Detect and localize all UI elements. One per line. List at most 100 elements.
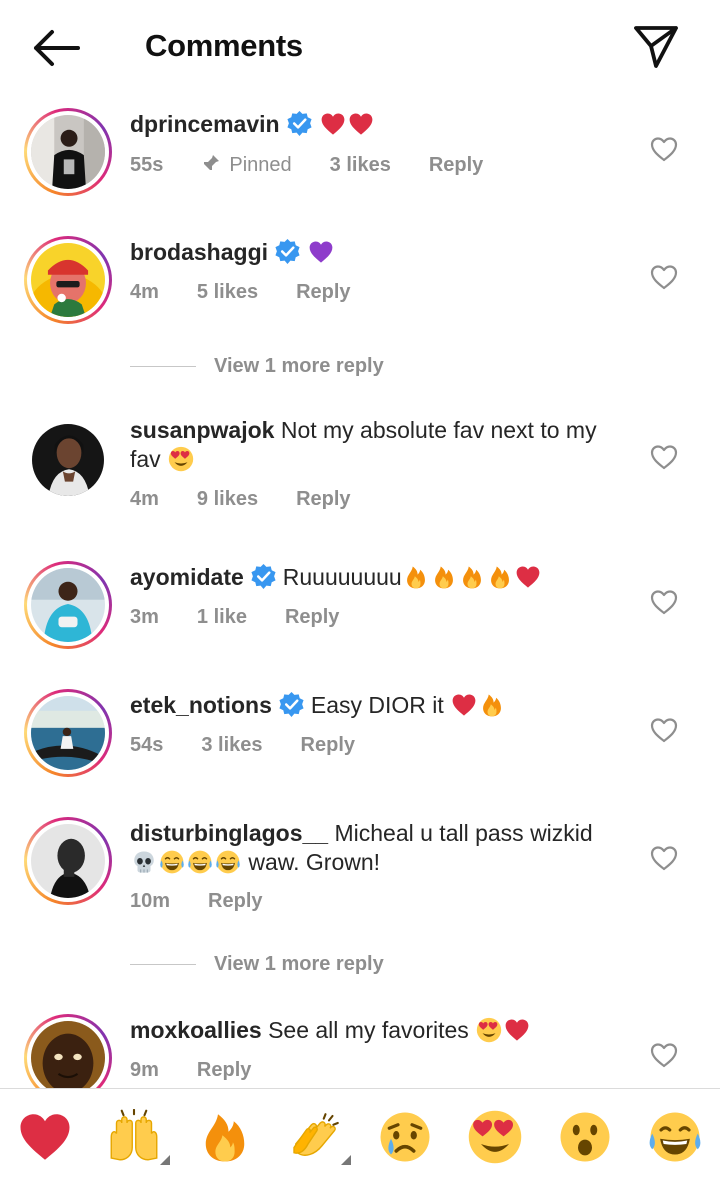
- red-heart-emoji: [515, 564, 541, 590]
- reply-button[interactable]: Reply: [285, 606, 339, 629]
- reply-button[interactable]: Reply: [208, 890, 262, 913]
- red-heart-emoji: [348, 111, 374, 137]
- send-button[interactable]: [630, 22, 682, 72]
- comment-text: See all my favorites: [268, 1017, 469, 1043]
- like-heart-icon[interactable]: [650, 136, 678, 162]
- react-clapping-hands-button[interactable]: [287, 1109, 351, 1165]
- reply-divider-line: [130, 366, 196, 368]
- like-heart-icon[interactable]: [650, 717, 678, 743]
- fire-icon: [197, 1109, 253, 1165]
- react-sad-tear-button[interactable]: [377, 1109, 433, 1165]
- heart-eyes-emoji: [168, 446, 194, 472]
- purple-heart-emoji: [308, 239, 334, 265]
- sad-tear-icon: [377, 1109, 433, 1165]
- joy-emoji: [159, 849, 185, 875]
- reply-button[interactable]: Reply: [197, 1059, 251, 1082]
- fire-emoji: [479, 692, 505, 718]
- avatar-story-ring[interactable]: [24, 689, 112, 777]
- fire-emoji: [403, 564, 429, 590]
- avatar: [31, 1021, 105, 1088]
- likes-count[interactable]: 9 likes: [197, 488, 258, 511]
- like-heart-icon[interactable]: [650, 264, 678, 290]
- view-more-replies-text: View 1 more reply: [214, 953, 384, 975]
- red-heart-emoji: [451, 692, 477, 718]
- fire-emoji: [431, 564, 457, 590]
- comment-username[interactable]: etek_notions: [130, 692, 272, 718]
- react-red-heart-button[interactable]: [17, 1109, 73, 1165]
- avatar-story-ring[interactable]: [24, 817, 112, 905]
- avatar: [31, 824, 105, 898]
- verified-badge-icon: [278, 691, 305, 718]
- heart-eyes-emoji: [476, 1017, 502, 1043]
- comment-time: 9m: [130, 1059, 159, 1081]
- likes-count[interactable]: 3 likes: [330, 154, 391, 177]
- comment-text: Micheal u tall pass wizkid: [334, 820, 593, 846]
- fire-emoji: [459, 564, 485, 590]
- react-surprised-button[interactable]: [557, 1109, 613, 1165]
- view-more-replies-button[interactable]: View 1 more reply: [130, 355, 384, 378]
- comment-username[interactable]: moxkoallies: [130, 1017, 262, 1043]
- comment-text: Easy DIOR it: [310, 692, 444, 718]
- verified-badge-icon: [286, 110, 313, 137]
- comment-time: 3m: [130, 606, 159, 628]
- clapping-hands-icon: [287, 1109, 343, 1165]
- avatar[interactable]: [32, 424, 104, 496]
- react-joy-button[interactable]: [647, 1109, 703, 1165]
- arrow-left-icon: [34, 30, 80, 66]
- heart-eyes-icon: [467, 1109, 523, 1165]
- avatar: [31, 696, 105, 770]
- quick-reaction-bar: [0, 1088, 720, 1183]
- react-fire-button[interactable]: [197, 1109, 253, 1165]
- comment-time: 10m: [130, 890, 171, 912]
- pin-icon: [203, 155, 220, 171]
- avatar-story-ring[interactable]: [24, 108, 112, 196]
- joy-emoji: [215, 849, 241, 875]
- like-heart-icon[interactable]: [650, 845, 678, 871]
- raising-hands-icon: [106, 1109, 162, 1165]
- react-heart-eyes-button[interactable]: [467, 1109, 523, 1165]
- comment-username[interactable]: susanpwajok: [130, 417, 274, 443]
- comment-username[interactable]: brodashaggi: [130, 239, 268, 265]
- view-more-replies-text: View 1 more reply: [214, 355, 384, 377]
- reply-button[interactable]: Reply: [429, 154, 483, 177]
- avatar: [31, 115, 105, 189]
- comment-username[interactable]: disturbinglagos__: [130, 820, 328, 846]
- comment-username[interactable]: dprincemavin: [130, 111, 280, 137]
- red-heart-icon: [17, 1109, 73, 1165]
- surprised-icon: [557, 1109, 613, 1165]
- comments-list[interactable]: dprincemavin 55s Pinned 3 likes Reply broda…: [0, 96, 720, 1088]
- reply-divider-line: [130, 964, 196, 966]
- likes-count[interactable]: 5 likes: [197, 281, 258, 304]
- skull-emoji: [131, 849, 157, 875]
- reply-button[interactable]: Reply: [296, 488, 350, 511]
- like-heart-icon[interactable]: [650, 589, 678, 615]
- comment-username[interactable]: ayomidate: [130, 564, 244, 590]
- reply-button[interactable]: Reply: [301, 734, 355, 757]
- likes-count[interactable]: 3 likes: [201, 734, 262, 757]
- skin-tone-indicator: [341, 1155, 351, 1165]
- paper-plane-icon: [634, 26, 678, 68]
- react-raising-hands-button[interactable]: [106, 1109, 170, 1165]
- comment-time: 4m: [130, 488, 159, 510]
- avatar: [31, 243, 105, 317]
- likes-count[interactable]: 1 like: [197, 606, 247, 629]
- pinned-text: Pinned: [229, 154, 292, 176]
- like-heart-icon[interactable]: [650, 1042, 678, 1068]
- back-button[interactable]: [30, 26, 82, 70]
- fire-emoji: [487, 564, 513, 590]
- joy-emoji: [187, 849, 213, 875]
- comment-text-continued: waw. Grown!: [248, 849, 381, 875]
- avatar-story-ring[interactable]: [24, 561, 112, 649]
- view-more-replies-button[interactable]: View 1 more reply: [130, 953, 384, 976]
- header: Comments: [0, 0, 720, 96]
- avatar: [31, 568, 105, 642]
- comment-time: 4m: [130, 281, 159, 303]
- joy-icon: [647, 1109, 703, 1165]
- verified-badge-icon: [250, 563, 277, 590]
- comment-time: 55s: [130, 154, 164, 176]
- like-heart-icon[interactable]: [650, 444, 678, 470]
- avatar-story-ring[interactable]: [24, 236, 112, 324]
- reply-button[interactable]: Reply: [296, 281, 350, 304]
- comment-time: 54s: [130, 734, 164, 756]
- avatar-story-ring[interactable]: [24, 1014, 112, 1088]
